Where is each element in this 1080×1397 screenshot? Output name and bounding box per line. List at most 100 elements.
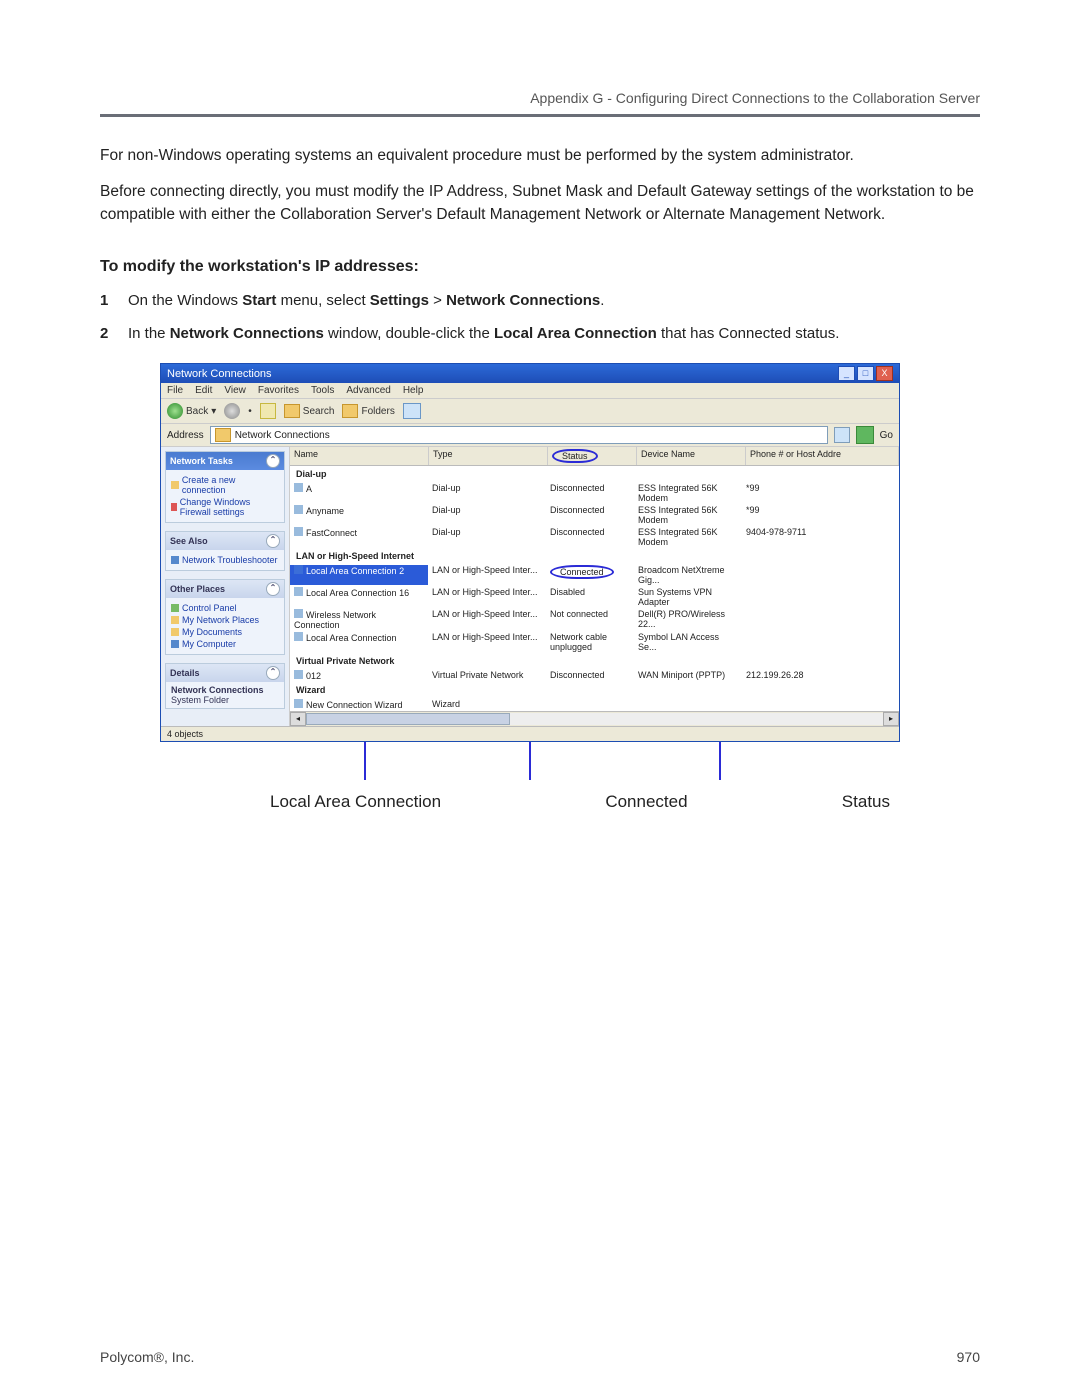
t: Settings — [370, 292, 429, 309]
control-panel-icon — [171, 604, 179, 612]
collapse-icon[interactable]: ⌃ — [266, 666, 280, 680]
window-title: Network Connections — [167, 368, 272, 380]
chevron-down-icon: ▾ — [211, 406, 216, 417]
folders-button[interactable]: Folders — [342, 404, 394, 418]
connection-row[interactable]: Local Area Connection 16LAN or High-Spee… — [290, 586, 899, 608]
connection-icon — [294, 609, 303, 618]
minimize-button[interactable]: _ — [838, 366, 855, 381]
menu-file[interactable]: File — [167, 385, 183, 396]
t: menu, select — [276, 292, 369, 309]
go-label: Go — [880, 430, 893, 441]
caption-connected: Connected — [605, 792, 687, 812]
column-phone[interactable]: Phone # or Host Addre — [746, 447, 899, 465]
status-bar: 4 objects — [161, 726, 899, 741]
panel-heading: Details — [170, 668, 200, 678]
label: My Computer — [182, 639, 236, 649]
paragraph-1: For non-Windows operating systems an equ… — [100, 145, 980, 167]
collapse-icon[interactable]: ⌃ — [266, 454, 280, 468]
panel-see-also: See Also⌃ Network Troubleshooter — [165, 531, 285, 571]
connection-icon — [294, 527, 303, 536]
connection-icon — [294, 505, 303, 514]
folders-label: Folders — [361, 406, 394, 417]
details-line-2: System Folder — [171, 695, 279, 705]
scroll-right-button[interactable]: ▸ — [883, 712, 899, 726]
close-button[interactable]: X — [876, 366, 893, 381]
connection-row[interactable]: AnynameDial-upDisconnectedESS Integrated… — [290, 504, 899, 526]
address-dropdown-button[interactable] — [834, 427, 850, 443]
menu-edit[interactable]: Edit — [195, 385, 212, 396]
connection-row[interactable]: Wireless Network ConnectionLAN or High-S… — [290, 608, 899, 631]
forward-button[interactable] — [224, 403, 240, 419]
firewall-icon — [171, 503, 177, 511]
menu-tools[interactable]: Tools — [311, 385, 334, 396]
panel-heading: Other Places — [170, 584, 225, 594]
column-name[interactable]: Name — [290, 447, 429, 465]
label: Control Panel — [182, 603, 237, 613]
scroll-thumb[interactable] — [306, 713, 510, 725]
link-my-computer[interactable]: My Computer — [171, 639, 279, 649]
label: Create a new connection — [182, 475, 279, 495]
label: My Documents — [182, 627, 242, 637]
scroll-left-button[interactable]: ◂ — [290, 712, 306, 726]
connection-row[interactable]: ADial-upDisconnectedESS Integrated 56K M… — [290, 482, 899, 504]
step-1-number: 1 — [100, 290, 108, 313]
connection-icon — [171, 481, 179, 489]
horizontal-scrollbar[interactable]: ◂ ▸ — [290, 711, 899, 726]
step-1: 1 On the Windows Start menu, select Sett… — [128, 290, 980, 313]
list-group: LAN or High-Speed Internet — [290, 548, 899, 564]
help-icon — [171, 556, 179, 564]
collapse-icon[interactable]: ⌃ — [266, 582, 280, 596]
connection-row[interactable]: Local Area ConnectionLAN or High-Speed I… — [290, 631, 899, 653]
link-my-network-places[interactable]: My Network Places — [171, 615, 279, 625]
task-firewall-settings[interactable]: Change Windows Firewall settings — [171, 497, 279, 517]
details-line-1: Network Connections — [171, 685, 279, 695]
task-sidebar: Network Tasks⌃ Create a new connection C… — [161, 447, 290, 726]
step-1-text: On the Windows Start menu, select Settin… — [128, 292, 604, 309]
annotation-lines — [160, 742, 900, 792]
link-my-documents[interactable]: My Documents — [171, 627, 279, 637]
menu-advanced[interactable]: Advanced — [346, 385, 390, 396]
footer-company: Polycom®, Inc. — [100, 1349, 194, 1365]
connection-row[interactable]: New Connection WizardWizard — [290, 698, 899, 711]
connection-icon — [294, 483, 303, 492]
up-button[interactable] — [260, 403, 276, 419]
scroll-track[interactable] — [306, 713, 883, 725]
collapse-icon[interactable]: ⌃ — [266, 534, 280, 548]
status-circled: Connected — [550, 565, 614, 579]
link-control-panel[interactable]: Control Panel — [171, 603, 279, 613]
list-group: Wizard — [290, 682, 899, 698]
maximize-button[interactable]: □ — [857, 366, 874, 381]
window-titlebar[interactable]: Network Connections _ □ X — [161, 364, 899, 383]
panel-details: Details ⌃ Network Connections System Fold… — [165, 663, 285, 709]
t: window, double-click the — [324, 325, 494, 342]
column-status[interactable]: Status — [548, 447, 637, 465]
connection-row[interactable]: 012Virtual Private NetworkDisconnectedWA… — [290, 669, 899, 682]
list-group: Virtual Private Network — [290, 653, 899, 669]
search-label: Search — [303, 406, 335, 417]
column-device[interactable]: Device Name — [637, 447, 746, 465]
list-header[interactable]: Name Type Status Device Name Phone # or … — [290, 447, 899, 466]
address-value: Network Connections — [235, 430, 330, 441]
menu-view[interactable]: View — [224, 385, 246, 396]
address-field[interactable]: Network Connections — [210, 426, 828, 444]
link-network-troubleshooter[interactable]: Network Troubleshooter — [171, 555, 279, 565]
connection-row[interactable]: Local Area Connection 2LAN or High-Speed… — [290, 564, 899, 586]
search-button[interactable]: Search — [284, 404, 335, 418]
back-button[interactable]: Back▾ — [167, 403, 216, 419]
go-button[interactable] — [856, 426, 874, 444]
address-bar: Address Network Connections Go — [161, 424, 899, 447]
caption-status: Status — [842, 792, 890, 812]
section-heading: To modify the workstation's IP addresses… — [100, 258, 980, 276]
menu-help[interactable]: Help — [403, 385, 424, 396]
screenshot-figure: Network Connections _ □ X File Edit View… — [160, 363, 900, 812]
menu-favorites[interactable]: Favorites — [258, 385, 299, 396]
views-button[interactable] — [403, 403, 421, 419]
connection-row[interactable]: FastConnectDial-upDisconnectedESS Integr… — [290, 526, 899, 548]
connection-icon — [294, 565, 303, 574]
t: Start — [242, 292, 276, 309]
menu-bar[interactable]: File Edit View Favorites Tools Advanced … — [161, 383, 899, 399]
column-type[interactable]: Type — [429, 447, 548, 465]
t: On the Windows — [128, 292, 242, 309]
task-create-new-connection[interactable]: Create a new connection — [171, 475, 279, 495]
connection-icon — [294, 632, 303, 641]
